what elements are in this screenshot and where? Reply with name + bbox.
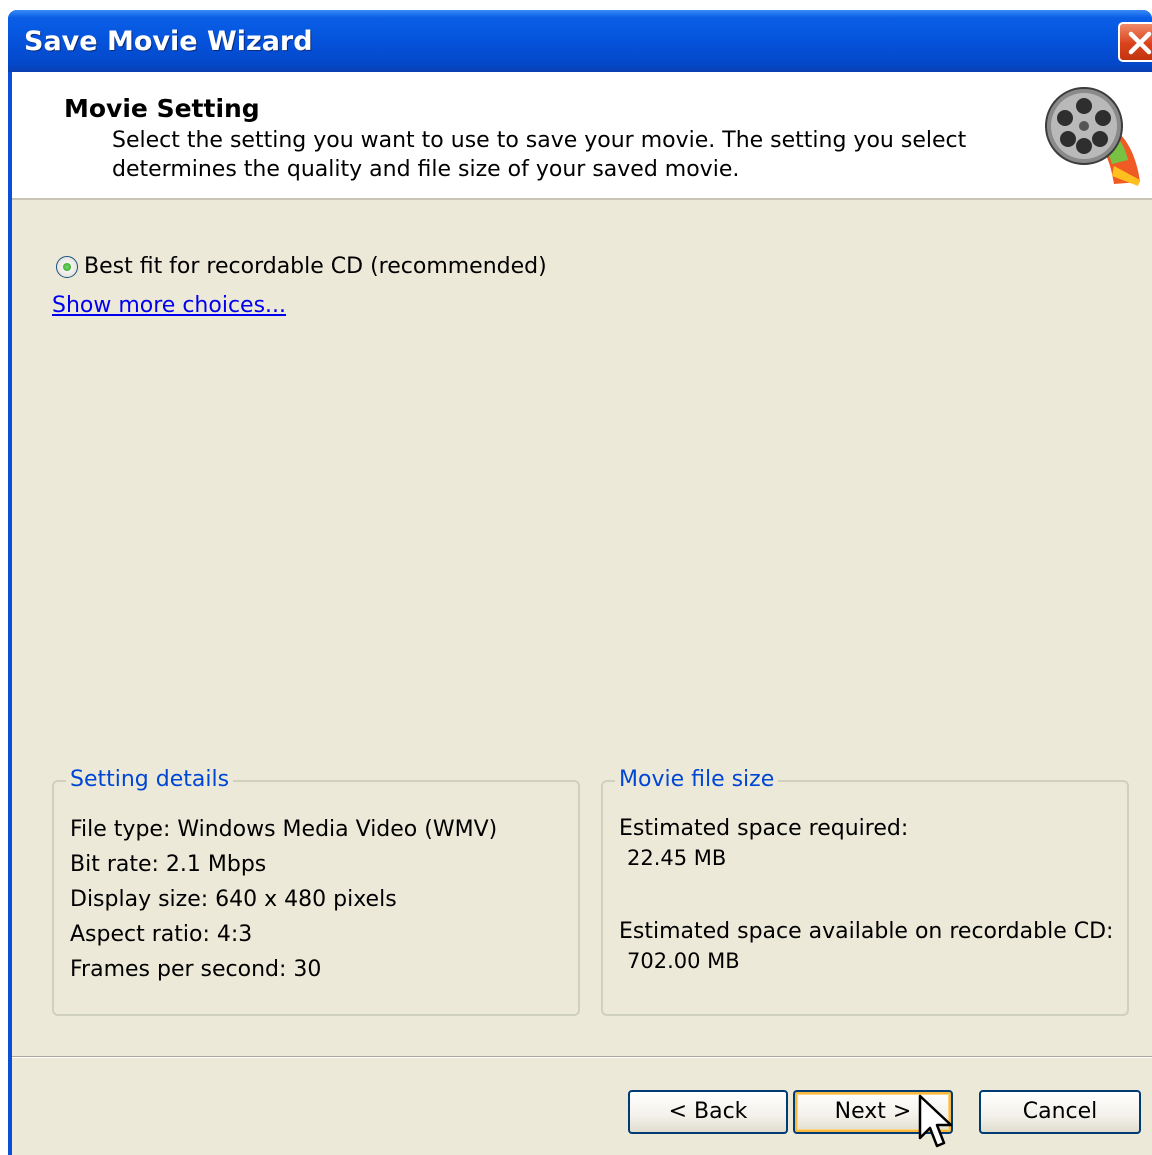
available-value: 702.00 MB xyxy=(627,949,740,973)
required-value: 22.45 MB xyxy=(627,846,727,870)
title-bar[interactable]: Save Movie Wizard xyxy=(8,10,1152,72)
window-title: Save Movie Wizard xyxy=(24,26,313,57)
movie-file-size-group: Movie file size Estimated space required… xyxy=(601,767,1129,1016)
close-icon xyxy=(1128,31,1152,55)
detail-file-type: File type: Windows Media Video (WMV) xyxy=(70,817,498,842)
best-fit-option[interactable]: Best fit for recordable CD (recommended) xyxy=(56,254,547,279)
setting-details-title: Setting details xyxy=(66,767,234,792)
wizard-window: Save Movie Wizard Movie Setting Select t… xyxy=(8,10,1152,1155)
close-button[interactable] xyxy=(1118,22,1152,62)
footer-divider xyxy=(12,1056,1152,1058)
available-label: Estimated space available on recordable … xyxy=(619,919,1114,944)
detail-aspect-ratio: Aspect ratio: 4:3 xyxy=(70,922,253,947)
page-description: Select the setting you want to use to sa… xyxy=(112,128,967,182)
setting-details-group: Setting details File type: Windows Media… xyxy=(52,767,580,1016)
radio-selected-icon[interactable] xyxy=(56,255,78,278)
detail-display-size: Display size: 640 x 480 pixels xyxy=(70,887,397,912)
detail-bit-rate: Bit rate: 2.1 Mbps xyxy=(70,852,267,877)
back-button[interactable]: < Back xyxy=(628,1090,788,1134)
cancel-button[interactable]: Cancel xyxy=(979,1090,1141,1134)
mouse-cursor-icon xyxy=(918,1094,953,1148)
wizard-body: Best fit for recordable CD (recommended)… xyxy=(12,200,1152,1155)
page-title: Movie Setting xyxy=(64,94,260,123)
wizard-header: Movie Setting Select the setting you wan… xyxy=(12,72,1152,200)
show-more-choices-link[interactable]: Show more choices... xyxy=(52,293,286,318)
movie-maker-icon xyxy=(1045,87,1140,186)
option-label: Best fit for recordable CD (recommended) xyxy=(84,254,547,279)
detail-frames-per-second: Frames per second: 30 xyxy=(70,957,322,982)
movie-file-size-title: Movie file size xyxy=(615,767,779,792)
required-label: Estimated space required: xyxy=(619,816,909,841)
